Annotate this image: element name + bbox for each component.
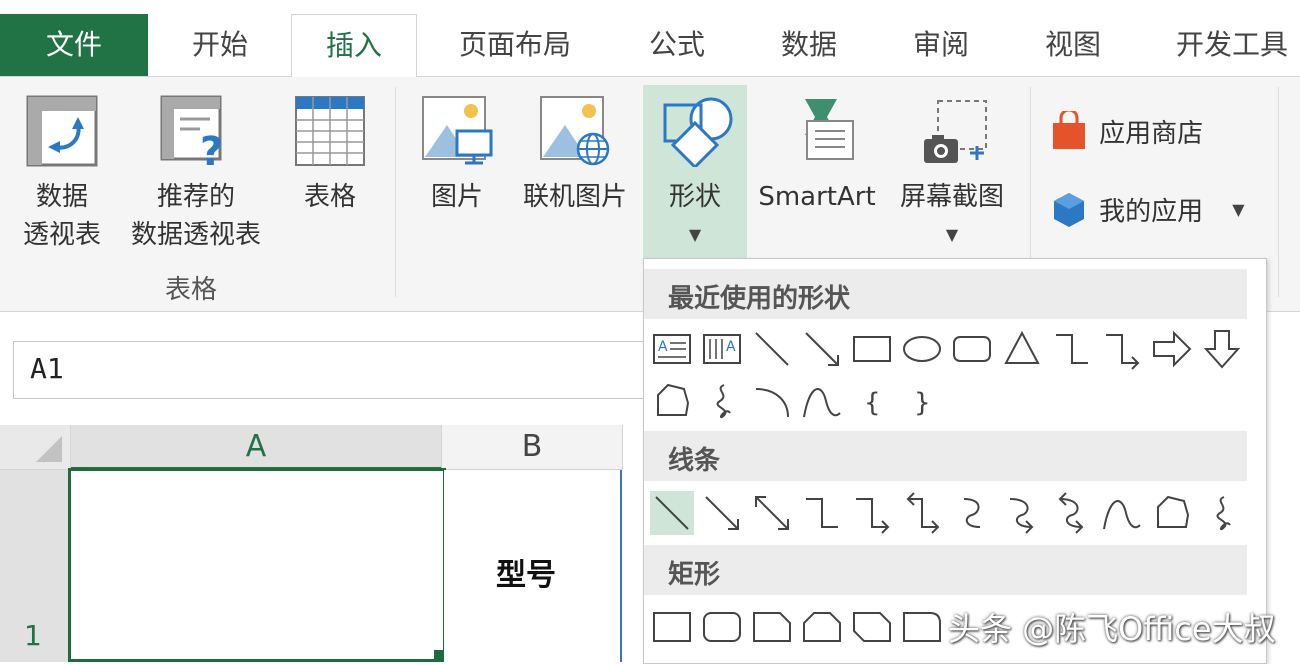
- tab-page-layout[interactable]: 页面布局: [420, 14, 610, 76]
- curved-connector-shape-icon[interactable]: [950, 491, 994, 535]
- right-arrow-shape-icon[interactable]: [1150, 327, 1194, 371]
- shapes-button[interactable]: 形状 ▼: [647, 95, 743, 254]
- row-header-1[interactable]: 1: [0, 470, 71, 662]
- snip-corner-rectangle-shape-icon[interactable]: [750, 605, 794, 649]
- svg-text:A: A: [658, 339, 668, 355]
- rounded-rectangle-shape-icon[interactable]: [700, 605, 744, 649]
- tab-data[interactable]: 数据: [745, 14, 873, 76]
- curved-arrow-connector-shape-icon[interactable]: [1000, 491, 1044, 535]
- cell-a1-selected[interactable]: [68, 468, 446, 662]
- snip-same-side-rectangle-shape-icon[interactable]: [800, 605, 844, 649]
- tab-view[interactable]: 视图: [1008, 14, 1138, 76]
- cell-b1[interactable]: 型号: [444, 470, 621, 662]
- ribbon-separator: [1278, 87, 1279, 297]
- recommended-pivot-icon: ?: [160, 95, 223, 175]
- smartart-icon: [805, 99, 854, 160]
- rounded-rectangle-shape-icon[interactable]: [950, 327, 994, 371]
- screenshot-icon: [924, 100, 987, 163]
- triangle-shape-icon[interactable]: [1000, 327, 1044, 371]
- elbow-connector-shape-icon[interactable]: [800, 491, 844, 535]
- online-picture-icon: [540, 96, 610, 166]
- pivot-table-button[interactable]: 数据 透视表: [14, 95, 110, 254]
- curve-shape-icon[interactable]: [1100, 491, 1144, 535]
- svg-text:}: }: [914, 388, 931, 418]
- section-header-recent-shapes: 最近使用的形状: [644, 269, 1247, 319]
- curved-double-arrow-connector-shape-icon[interactable]: [1050, 491, 1094, 535]
- select-all-triangle-icon: [36, 436, 62, 462]
- svg-text:A: A: [726, 339, 736, 355]
- name-box[interactable]: A1: [13, 341, 655, 399]
- tab-formulas[interactable]: 公式: [612, 14, 742, 76]
- tab-developer[interactable]: 开发工具: [1140, 14, 1300, 76]
- line-shape-icon[interactable]: [750, 327, 794, 371]
- section-header-lines: 线条: [644, 431, 1247, 481]
- text-box-shape-icon[interactable]: A: [650, 327, 694, 371]
- arrow-line-shape-icon[interactable]: [700, 491, 744, 535]
- app-store-button[interactable]: 应用商店: [1050, 108, 1203, 155]
- tab-review[interactable]: 审阅: [876, 14, 1006, 76]
- svg-text:?: ?: [200, 129, 223, 167]
- column-header-a[interactable]: A: [71, 425, 442, 470]
- line-shape-icon[interactable]: [650, 491, 694, 535]
- my-apps-icon: [1054, 193, 1084, 227]
- smartart-button[interactable]: SmartArt: [752, 95, 882, 216]
- vertical-text-box-shape-icon[interactable]: A: [700, 327, 744, 371]
- store-icon: [1053, 108, 1085, 149]
- chevron-down-icon: ▼: [945, 225, 959, 244]
- arc-shape-icon[interactable]: [750, 379, 794, 423]
- elbow-connector-shape-icon[interactable]: [1050, 327, 1094, 371]
- curve-shape-icon[interactable]: [800, 379, 844, 423]
- arrow-line-shape-icon[interactable]: [800, 327, 844, 371]
- down-arrow-shape-icon[interactable]: [1200, 327, 1244, 371]
- oval-shape-icon[interactable]: [900, 327, 944, 371]
- section-header-rectangles: 矩形: [644, 545, 1247, 595]
- ribbon-tabs: 文件 开始 插入 页面布局 公式 数据 审阅 视图 开发工具: [0, 0, 1300, 78]
- group-label-tables: 表格: [165, 275, 218, 305]
- watermark: 头条 @陈飞Office大叔: [948, 610, 1276, 648]
- elbow-arrow-connector-shape-icon[interactable]: [850, 491, 894, 535]
- freeform-shape-icon[interactable]: [1150, 491, 1194, 535]
- snip-diagonal-rectangle-shape-icon[interactable]: [850, 605, 894, 649]
- tab-home[interactable]: 开始: [152, 14, 288, 76]
- svg-text:{: {: [864, 388, 881, 418]
- scribble-shape-icon[interactable]: [1200, 491, 1244, 535]
- table-icon: [295, 96, 365, 166]
- elbow-double-arrow-connector-shape-icon[interactable]: [900, 491, 944, 535]
- column-header-b[interactable]: B: [442, 425, 623, 470]
- tab-insert[interactable]: 插入: [291, 14, 417, 78]
- chevron-down-icon[interactable]: ▼: [1232, 200, 1244, 219]
- online-picture-button[interactable]: 联机图片: [512, 95, 638, 216]
- left-brace-shape-icon[interactable]: {: [850, 379, 894, 423]
- double-arrow-line-shape-icon[interactable]: [750, 491, 794, 535]
- chevron-down-icon: ▼: [688, 225, 702, 244]
- right-brace-shape-icon[interactable]: }: [900, 379, 944, 423]
- scribble-shape-icon[interactable]: [700, 379, 744, 423]
- shapes-icon: [663, 97, 733, 170]
- rectangle-shape-icon[interactable]: [850, 327, 894, 371]
- elbow-arrow-connector-shape-icon[interactable]: [1100, 327, 1144, 371]
- freeform-shape-icon[interactable]: [650, 379, 694, 423]
- round-single-corner-rectangle-shape-icon[interactable]: [900, 605, 944, 649]
- table-button[interactable]: 表格: [282, 95, 378, 216]
- ribbon-separator: [395, 87, 396, 297]
- pivot-table-icon: [26, 95, 98, 167]
- cell-highlight-border: [620, 470, 622, 662]
- screenshot-button[interactable]: 屏幕截图 ▼: [890, 95, 1014, 254]
- tab-file[interactable]: 文件: [0, 14, 148, 76]
- picture-button[interactable]: 图片: [414, 95, 500, 216]
- picture-icon: [422, 96, 493, 165]
- recommended-pivot-button[interactable]: ? 推荐的 数据透视表: [118, 95, 274, 254]
- rectangle-shape-icon[interactable]: [650, 605, 694, 649]
- my-apps-button[interactable]: 我的应用 ▼: [1050, 189, 1245, 233]
